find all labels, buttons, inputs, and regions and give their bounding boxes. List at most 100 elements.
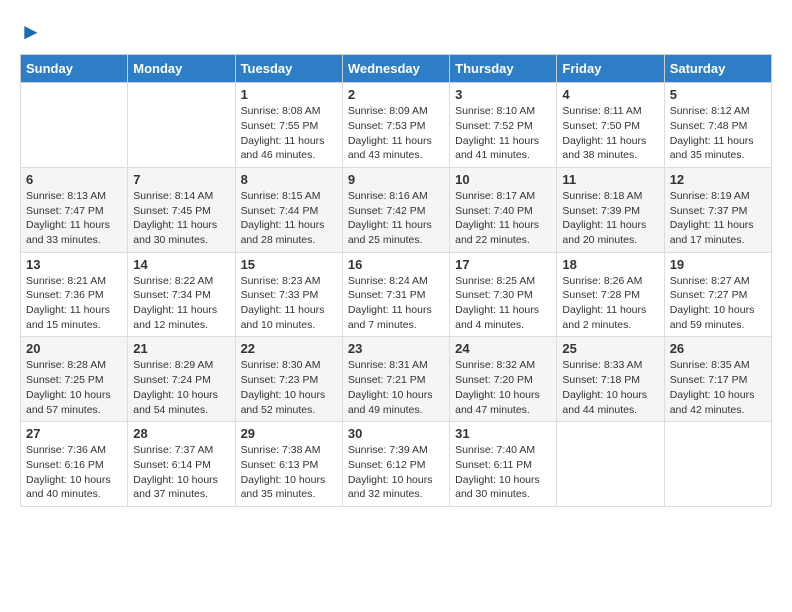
calendar-cell: 12Sunrise: 8:19 AM Sunset: 7:37 PM Dayli… bbox=[664, 167, 771, 252]
week-row-1: 1 Sunrise: 8:08 AM Sunset: 7:55 PM Daylig… bbox=[21, 83, 772, 168]
calendar: SundayMondayTuesdayWednesdayThursdayFrid… bbox=[20, 54, 772, 507]
day-info: Sunrise: 8:10 AM Sunset: 7:52 PM Dayligh… bbox=[455, 104, 551, 163]
calendar-cell bbox=[128, 83, 235, 168]
day-info: Sunrise: 7:36 AM Sunset: 6:16 PM Dayligh… bbox=[26, 443, 122, 502]
day-number: 4 bbox=[562, 87, 658, 102]
calendar-cell: 26Sunrise: 8:35 AM Sunset: 7:17 PM Dayli… bbox=[664, 337, 771, 422]
calendar-cell: 11Sunrise: 8:18 AM Sunset: 7:39 PM Dayli… bbox=[557, 167, 664, 252]
day-info: Sunrise: 8:29 AM Sunset: 7:24 PM Dayligh… bbox=[133, 358, 229, 417]
weekday-header-saturday: Saturday bbox=[664, 55, 771, 83]
calendar-cell: 23 Sunrise: 8:31 AM Sunset: 7:21 PM Dayli… bbox=[342, 337, 449, 422]
day-number: 13 bbox=[26, 257, 122, 272]
weekday-header-sunday: Sunday bbox=[21, 55, 128, 83]
day-number: 8 bbox=[241, 172, 337, 187]
day-info: Sunrise: 8:13 AM Sunset: 7:47 PM Dayligh… bbox=[26, 189, 122, 248]
day-number: 2 bbox=[348, 87, 444, 102]
day-number: 5 bbox=[670, 87, 766, 102]
week-row-4: 20Sunrise: 8:28 AM Sunset: 7:25 PM Dayli… bbox=[21, 337, 772, 422]
day-info: Sunrise: 7:38 AM Sunset: 6:13 PM Dayligh… bbox=[241, 443, 337, 502]
calendar-cell: 21 Sunrise: 8:29 AM Sunset: 7:24 PM Dayli… bbox=[128, 337, 235, 422]
day-info: Sunrise: 8:15 AM Sunset: 7:44 PM Dayligh… bbox=[241, 189, 337, 248]
day-info: Sunrise: 8:16 AM Sunset: 7:42 PM Dayligh… bbox=[348, 189, 444, 248]
day-info: Sunrise: 8:22 AM Sunset: 7:34 PM Dayligh… bbox=[133, 274, 229, 333]
day-info: Sunrise: 8:31 AM Sunset: 7:21 PM Dayligh… bbox=[348, 358, 444, 417]
calendar-cell: 8 Sunrise: 8:15 AM Sunset: 7:44 PM Daylig… bbox=[235, 167, 342, 252]
day-number: 11 bbox=[562, 172, 658, 187]
day-number: 6 bbox=[26, 172, 122, 187]
day-number: 29 bbox=[241, 426, 337, 441]
calendar-cell: 20Sunrise: 8:28 AM Sunset: 7:25 PM Dayli… bbox=[21, 337, 128, 422]
day-info: Sunrise: 8:23 AM Sunset: 7:33 PM Dayligh… bbox=[241, 274, 337, 333]
day-info: Sunrise: 8:33 AM Sunset: 7:18 PM Dayligh… bbox=[562, 358, 658, 417]
day-info: Sunrise: 8:12 AM Sunset: 7:48 PM Dayligh… bbox=[670, 104, 766, 163]
calendar-cell: 5 Sunrise: 8:12 AM Sunset: 7:48 PM Daylig… bbox=[664, 83, 771, 168]
day-number: 10 bbox=[455, 172, 551, 187]
calendar-cell: 22 Sunrise: 8:30 AM Sunset: 7:23 PM Dayli… bbox=[235, 337, 342, 422]
day-number: 31 bbox=[455, 426, 551, 441]
day-info: Sunrise: 8:35 AM Sunset: 7:17 PM Dayligh… bbox=[670, 358, 766, 417]
weekday-header-monday: Monday bbox=[128, 55, 235, 83]
calendar-cell: 3 Sunrise: 8:10 AM Sunset: 7:52 PM Daylig… bbox=[450, 83, 557, 168]
day-number: 30 bbox=[348, 426, 444, 441]
week-row-2: 6 Sunrise: 8:13 AM Sunset: 7:47 PM Daylig… bbox=[21, 167, 772, 252]
calendar-cell bbox=[664, 422, 771, 507]
calendar-cell: 10 Sunrise: 8:17 AM Sunset: 7:40 PM Dayli… bbox=[450, 167, 557, 252]
week-row-5: 27 Sunrise: 7:36 AM Sunset: 6:16 PM Dayli… bbox=[21, 422, 772, 507]
day-info: Sunrise: 7:37 AM Sunset: 6:14 PM Dayligh… bbox=[133, 443, 229, 502]
calendar-cell: 1 Sunrise: 8:08 AM Sunset: 7:55 PM Daylig… bbox=[235, 83, 342, 168]
day-info: Sunrise: 8:27 AM Sunset: 7:27 PM Dayligh… bbox=[670, 274, 766, 333]
day-info: Sunrise: 7:39 AM Sunset: 6:12 PM Dayligh… bbox=[348, 443, 444, 502]
day-number: 14 bbox=[133, 257, 229, 272]
calendar-cell: 9 Sunrise: 8:16 AM Sunset: 7:42 PM Daylig… bbox=[342, 167, 449, 252]
calendar-cell: 24 Sunrise: 8:32 AM Sunset: 7:20 PM Dayli… bbox=[450, 337, 557, 422]
calendar-cell: 14 Sunrise: 8:22 AM Sunset: 7:34 PM Dayli… bbox=[128, 252, 235, 337]
weekday-header-wednesday: Wednesday bbox=[342, 55, 449, 83]
calendar-cell: 15 Sunrise: 8:23 AM Sunset: 7:33 PM Dayli… bbox=[235, 252, 342, 337]
calendar-cell: 18 Sunrise: 8:26 AM Sunset: 7:28 PM Dayli… bbox=[557, 252, 664, 337]
day-number: 22 bbox=[241, 341, 337, 356]
calendar-cell: 29 Sunrise: 7:38 AM Sunset: 6:13 PM Dayli… bbox=[235, 422, 342, 507]
calendar-cell: 27 Sunrise: 7:36 AM Sunset: 6:16 PM Dayli… bbox=[21, 422, 128, 507]
day-number: 7 bbox=[133, 172, 229, 187]
day-number: 12 bbox=[670, 172, 766, 187]
calendar-cell: 6 Sunrise: 8:13 AM Sunset: 7:47 PM Daylig… bbox=[21, 167, 128, 252]
weekday-header-friday: Friday bbox=[557, 55, 664, 83]
header: ► bbox=[20, 20, 772, 44]
day-number: 21 bbox=[133, 341, 229, 356]
day-number: 18 bbox=[562, 257, 658, 272]
day-number: 27 bbox=[26, 426, 122, 441]
day-number: 24 bbox=[455, 341, 551, 356]
calendar-cell: 31Sunrise: 7:40 AM Sunset: 6:11 PM Dayli… bbox=[450, 422, 557, 507]
day-number: 9 bbox=[348, 172, 444, 187]
day-number: 16 bbox=[348, 257, 444, 272]
day-info: Sunrise: 8:21 AM Sunset: 7:36 PM Dayligh… bbox=[26, 274, 122, 333]
weekday-header-tuesday: Tuesday bbox=[235, 55, 342, 83]
day-info: Sunrise: 8:28 AM Sunset: 7:25 PM Dayligh… bbox=[26, 358, 122, 417]
weekday-header-row: SundayMondayTuesdayWednesdayThursdayFrid… bbox=[21, 55, 772, 83]
logo: ► bbox=[20, 20, 42, 44]
calendar-cell: 7 Sunrise: 8:14 AM Sunset: 7:45 PM Daylig… bbox=[128, 167, 235, 252]
day-info: Sunrise: 8:24 AM Sunset: 7:31 PM Dayligh… bbox=[348, 274, 444, 333]
day-number: 1 bbox=[241, 87, 337, 102]
weekday-header-thursday: Thursday bbox=[450, 55, 557, 83]
day-number: 15 bbox=[241, 257, 337, 272]
day-info: Sunrise: 8:32 AM Sunset: 7:20 PM Dayligh… bbox=[455, 358, 551, 417]
day-number: 3 bbox=[455, 87, 551, 102]
day-info: Sunrise: 8:30 AM Sunset: 7:23 PM Dayligh… bbox=[241, 358, 337, 417]
day-info: Sunrise: 8:09 AM Sunset: 7:53 PM Dayligh… bbox=[348, 104, 444, 163]
calendar-cell: 17Sunrise: 8:25 AM Sunset: 7:30 PM Dayli… bbox=[450, 252, 557, 337]
calendar-cell: 13 Sunrise: 8:21 AM Sunset: 7:36 PM Dayli… bbox=[21, 252, 128, 337]
day-number: 17 bbox=[455, 257, 551, 272]
day-number: 28 bbox=[133, 426, 229, 441]
day-info: Sunrise: 8:26 AM Sunset: 7:28 PM Dayligh… bbox=[562, 274, 658, 333]
day-number: 23 bbox=[348, 341, 444, 356]
week-row-3: 13 Sunrise: 8:21 AM Sunset: 7:36 PM Dayli… bbox=[21, 252, 772, 337]
day-info: Sunrise: 8:08 AM Sunset: 7:55 PM Dayligh… bbox=[241, 104, 337, 163]
calendar-cell bbox=[557, 422, 664, 507]
day-info: Sunrise: 8:14 AM Sunset: 7:45 PM Dayligh… bbox=[133, 189, 229, 248]
day-number: 19 bbox=[670, 257, 766, 272]
calendar-cell: 25Sunrise: 8:33 AM Sunset: 7:18 PM Dayli… bbox=[557, 337, 664, 422]
calendar-cell: 30 Sunrise: 7:39 AM Sunset: 6:12 PM Dayli… bbox=[342, 422, 449, 507]
calendar-cell: 2 Sunrise: 8:09 AM Sunset: 7:53 PM Daylig… bbox=[342, 83, 449, 168]
day-info: Sunrise: 8:17 AM Sunset: 7:40 PM Dayligh… bbox=[455, 189, 551, 248]
